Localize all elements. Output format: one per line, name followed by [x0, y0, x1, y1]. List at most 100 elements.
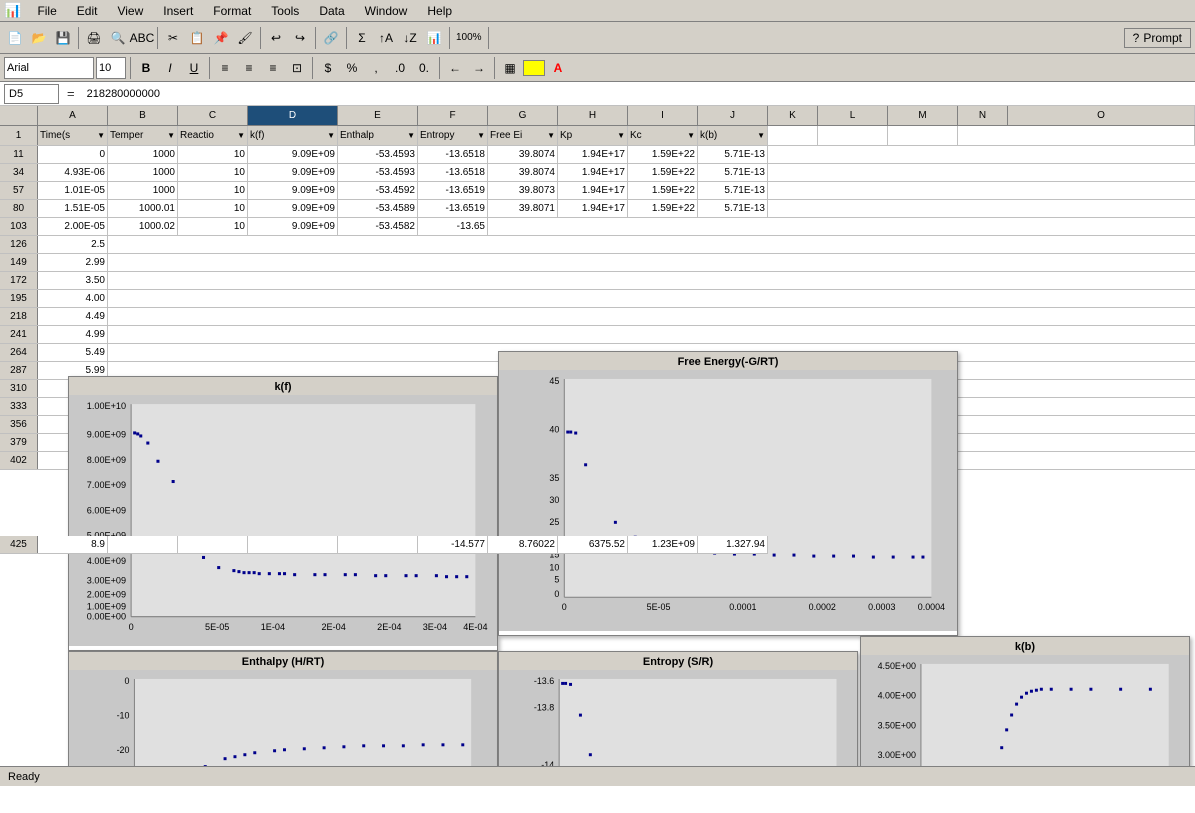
cell[interactable]: 10 [178, 218, 248, 235]
cell[interactable]: 39.8071 [488, 200, 558, 217]
cell[interactable]: 5.71E-13 [698, 146, 768, 163]
cell-F1[interactable]: Entropy▼ [418, 126, 488, 145]
cell[interactable]: 1000.02 [108, 218, 178, 235]
percent-button[interactable]: % [341, 57, 363, 79]
cell[interactable] [108, 308, 1195, 325]
cell[interactable]: 9.09E+09 [248, 200, 338, 217]
underline-button[interactable]: U [183, 57, 205, 79]
cell[interactable]: 1.94E+17 [558, 200, 628, 217]
merge-button[interactable]: ⊡ [286, 57, 308, 79]
fill-color-button[interactable] [523, 60, 545, 76]
col-header-J[interactable]: J [698, 106, 768, 125]
cell[interactable]: -53.4582 [338, 218, 418, 235]
sort-asc-button[interactable]: ↑A [375, 27, 397, 49]
chart-entropy[interactable]: Entropy (S/R) -13.6 -13.8 -14 -14.2 -14.… [498, 651, 858, 766]
cell[interactable]: 1.59E+22 [628, 182, 698, 199]
prompt-button[interactable]: ? Prompt [1124, 28, 1191, 48]
cell[interactable] [108, 272, 1195, 289]
cell[interactable]: 2.5 [38, 236, 108, 253]
paste-button[interactable]: 📌 [210, 27, 232, 49]
cell[interactable]: 1000 [108, 182, 178, 199]
cell-C1[interactable]: Reactio▼ [178, 126, 248, 145]
chart-button[interactable]: 📊 [423, 27, 445, 49]
chart-free-energy[interactable]: Free Energy(-G/RT) 45 40 35 30 25 20 15 … [498, 351, 958, 636]
autosum-button[interactable]: Σ [351, 27, 373, 49]
menu-format[interactable]: Format [209, 2, 255, 20]
col-header-G[interactable]: G [488, 106, 558, 125]
cell[interactable]: 9.09E+09 [248, 146, 338, 163]
col-header-N[interactable]: N [958, 106, 1008, 125]
menu-window[interactable]: Window [361, 2, 412, 20]
cell[interactable]: 39.8073 [488, 182, 558, 199]
cell[interactable]: 1000 [108, 146, 178, 163]
cell[interactable] [108, 290, 1195, 307]
cell[interactable]: 5.49 [38, 344, 108, 361]
cell[interactable]: -13.65 [418, 218, 488, 235]
font-color-button[interactable]: A [547, 57, 569, 79]
menu-insert[interactable]: Insert [159, 2, 197, 20]
cell[interactable]: -13.6519 [418, 200, 488, 217]
cell-B1[interactable]: Temper▼ [108, 126, 178, 145]
cell[interactable]: 4.93E-06 [38, 164, 108, 181]
bold-button[interactable]: B [135, 57, 157, 79]
cell[interactable] [768, 200, 1195, 217]
cell-H1[interactable]: Kp▼ [558, 126, 628, 145]
chart-kf[interactable]: k(f) 1.00E+10 9.00E+09 8.00E+09 7.00E+09… [68, 376, 498, 651]
open-button[interactable]: 📂 [28, 27, 50, 49]
cell[interactable] [108, 254, 1195, 271]
col-header-L[interactable]: L [818, 106, 888, 125]
cell[interactable]: 39.8074 [488, 164, 558, 181]
cell[interactable] [768, 182, 1195, 199]
cell[interactable]: 1.59E+22 [628, 200, 698, 217]
new-button[interactable]: 📄 [4, 27, 26, 49]
cell[interactable]: 9.09E+09 [248, 218, 338, 235]
hyperlink-button[interactable]: 🔗 [320, 27, 342, 49]
cell[interactable] [768, 164, 1195, 181]
cell[interactable]: 1.59E+22 [628, 164, 698, 181]
chart-enthalpy[interactable]: Enthalpy (H/RT) 0 -10 -20 -30 -40 -50 0 … [68, 651, 498, 766]
col-header-D[interactable]: D [248, 106, 338, 125]
cell[interactable]: 3.50 [38, 272, 108, 289]
cell[interactable]: 0 [38, 146, 108, 163]
col-header-A[interactable]: A [38, 106, 108, 125]
cell[interactable]: 1.01E-05 [38, 182, 108, 199]
cell[interactable]: 9.09E+09 [248, 182, 338, 199]
col-header-I[interactable]: I [628, 106, 698, 125]
undo-button[interactable]: ↩ [265, 27, 287, 49]
menu-view[interactable]: View [113, 2, 147, 20]
formula-input[interactable] [83, 84, 1191, 104]
border-button[interactable]: ▦ [499, 57, 521, 79]
sort-desc-button[interactable]: ↓Z [399, 27, 421, 49]
cell[interactable]: 2.99 [38, 254, 108, 271]
cell[interactable]: 9.09E+09 [248, 164, 338, 181]
cell[interactable]: 1.94E+17 [558, 164, 628, 181]
cell[interactable]: 4.99 [38, 326, 108, 343]
cell[interactable]: 4.00 [38, 290, 108, 307]
cell[interactable]: -53.4593 [338, 146, 418, 163]
cell[interactable]: 1.23E+09 [628, 536, 698, 553]
cell[interactable]: 8.9 [38, 536, 108, 553]
cell[interactable]: 1000 [108, 164, 178, 181]
menu-tools[interactable]: Tools [267, 2, 303, 20]
font-select[interactable] [4, 57, 94, 79]
cell-A1[interactable]: Time(s▼ [38, 126, 108, 145]
currency-button[interactable]: $ [317, 57, 339, 79]
font-size-select[interactable] [96, 57, 126, 79]
cell[interactable]: 1000.01 [108, 200, 178, 217]
cell[interactable] [338, 536, 418, 553]
cell-N1[interactable] [958, 126, 1195, 145]
cell[interactable]: 4.49 [38, 308, 108, 325]
cell-E1[interactable]: Enthalp▼ [338, 126, 418, 145]
col-header-O[interactable]: O [1008, 106, 1195, 125]
cell[interactable] [768, 146, 1195, 163]
cell-I1[interactable]: Kc▼ [628, 126, 698, 145]
menu-data[interactable]: Data [315, 2, 348, 20]
cell[interactable]: 1.59E+22 [628, 146, 698, 163]
col-header-H[interactable]: H [558, 106, 628, 125]
format-painter-button[interactable]: 🖌 [234, 27, 256, 49]
indent-decrease-button[interactable]: ← [444, 57, 466, 79]
cell[interactable]: -13.6518 [418, 146, 488, 163]
spell-button[interactable]: ABC [131, 27, 153, 49]
cell[interactable]: 5.71E-13 [698, 164, 768, 181]
cell[interactable]: 10 [178, 182, 248, 199]
